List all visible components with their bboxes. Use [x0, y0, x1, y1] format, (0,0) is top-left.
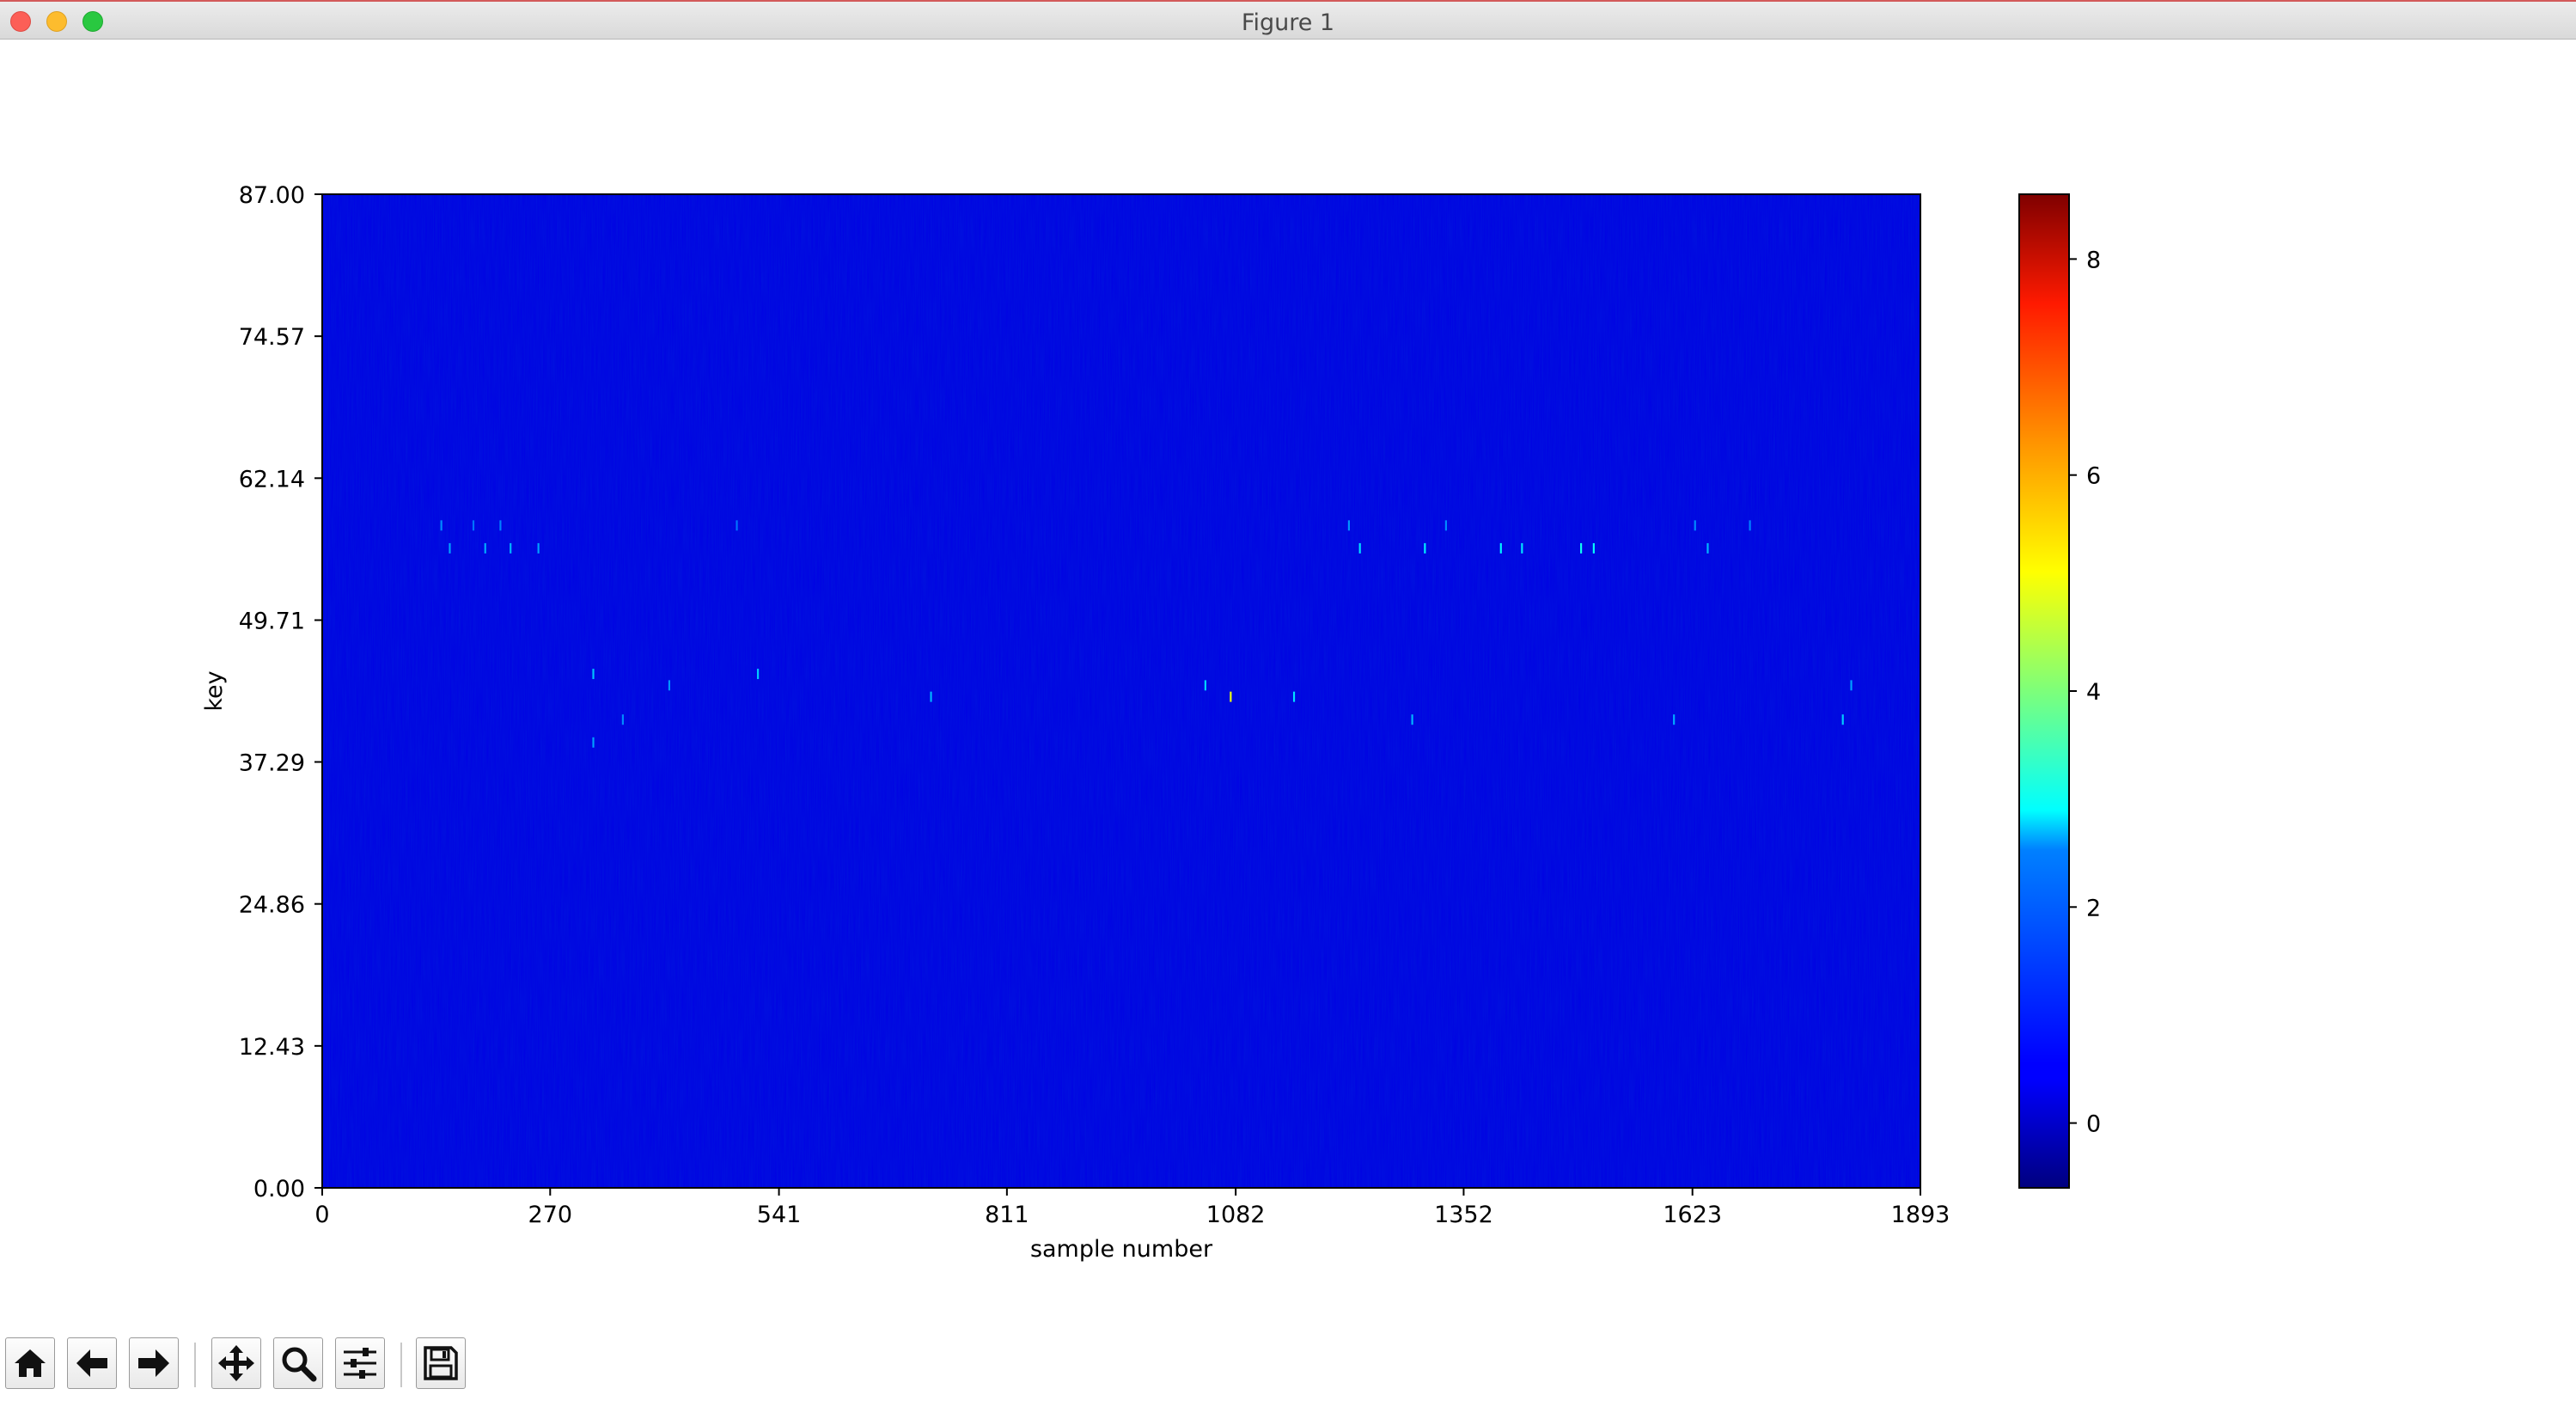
heatmap-cell [1411, 714, 1413, 725]
heatmap-cell [592, 737, 595, 748]
heatmap-cell [592, 669, 595, 680]
heatmap-cell [1841, 714, 1844, 725]
heatmap-cell [1444, 520, 1447, 531]
y-tick-label: 74.57 [239, 324, 305, 351]
heatmap-cell [1499, 542, 1502, 554]
heatmap-cell [1424, 542, 1426, 554]
x-tick-label: 811 [985, 1202, 1029, 1228]
configure-subplots-button[interactable] [335, 1337, 385, 1389]
y-tick-label: 49.71 [239, 608, 305, 634]
save-button[interactable] [416, 1337, 466, 1389]
heatmap-cell [1347, 520, 1350, 531]
pan-button[interactable] [211, 1337, 261, 1389]
arrow-left-icon [76, 1349, 107, 1377]
heatmap-cell [1230, 691, 1232, 702]
heatmap-texture [322, 194, 1920, 1188]
x-tick-label: 1623 [1663, 1202, 1722, 1228]
floppy-disk-icon [424, 1346, 458, 1380]
heatmap-cell [1292, 691, 1296, 702]
home-icon [15, 1349, 46, 1377]
heatmap-cell [499, 520, 502, 531]
colorbar-ticks: 0 2 4 6 8 [2069, 247, 2101, 1138]
toolbar-separator [400, 1343, 402, 1387]
forward-button[interactable] [129, 1337, 179, 1389]
x-tick-label: 541 [757, 1202, 802, 1228]
zoom-button[interactable] [273, 1337, 323, 1389]
colorbar-gradient [2018, 193, 2070, 1189]
colorbar-tick-label: 0 [2086, 1111, 2101, 1138]
heatmap-cell [472, 520, 475, 531]
heatmap-cell [484, 542, 486, 554]
heatmap-plot[interactable] [321, 193, 1921, 1189]
colorbar: 0 2 4 6 8 [2018, 193, 2101, 1189]
x-tick-label: 1893 [1891, 1202, 1950, 1228]
heatmap-cell [440, 520, 443, 531]
sliders-icon [344, 1348, 376, 1379]
y-tick-label: 62.14 [239, 466, 305, 492]
heatmap-cell [1521, 542, 1523, 554]
y-axis: 0.00 12.43 24.86 37.29 49.71 62.14 74.57 87.00 [239, 182, 322, 1202]
heatmap-cell [668, 680, 671, 691]
heatmap-cell [1204, 680, 1206, 691]
magnifier-icon [282, 1347, 317, 1382]
y-tick-label: 87.00 [239, 182, 305, 209]
colorbar-tick-label: 2 [2086, 895, 2101, 921]
window-title-bar: Figure 1 [0, 0, 2576, 40]
heatmap-cell [1850, 680, 1853, 691]
move-icon [218, 1345, 254, 1381]
heatmap-cell [1358, 542, 1361, 554]
back-button[interactable] [67, 1337, 117, 1389]
colorbar-tick-label: 6 [2086, 463, 2101, 490]
colorbar-tick-label: 4 [2086, 679, 2101, 706]
heatmap-cell [621, 714, 624, 725]
x-tick-label: 0 [314, 1202, 329, 1228]
y-tick-label: 12.43 [239, 1034, 305, 1061]
y-tick-label: 37.29 [239, 750, 305, 777]
x-tick-label: 1352 [1434, 1202, 1493, 1228]
home-button[interactable] [5, 1337, 55, 1389]
window-title: Figure 1 [1241, 9, 1335, 36]
heatmap-cell [1592, 542, 1595, 554]
heatmap-cell [510, 542, 512, 554]
heatmap-cell [1580, 542, 1583, 554]
y-tick-label: 0.00 [253, 1176, 305, 1202]
toolbar-separator [194, 1343, 196, 1387]
figure-canvas[interactable]: 0 270 541 811 1082 1352 1623 1893 0.00 12.43 24.8… [0, 40, 2576, 1329]
x-tick-label: 270 [528, 1202, 573, 1228]
arrow-right-icon [138, 1349, 169, 1377]
heatmap-cell [1706, 542, 1709, 554]
navigation-toolbar [0, 1331, 2576, 1401]
heatmap-cell [930, 691, 932, 702]
heatmap-cell [1673, 714, 1676, 725]
x-axis: 0 270 541 811 1082 1352 1623 1893 [314, 1188, 1950, 1228]
heatmap-cell [449, 542, 451, 554]
heatmap-cell [757, 669, 760, 680]
heatmap-cell [537, 542, 540, 554]
x-axis-label: sample number [1030, 1236, 1213, 1263]
heatmap-cell [1749, 520, 1751, 531]
y-axis-label: key [201, 670, 228, 711]
heatmap-cell [736, 520, 738, 531]
y-tick-label: 24.86 [239, 892, 305, 919]
heatmap-cell [1694, 520, 1696, 531]
x-tick-label: 1082 [1206, 1202, 1266, 1228]
colorbar-tick-label: 8 [2086, 247, 2101, 273]
